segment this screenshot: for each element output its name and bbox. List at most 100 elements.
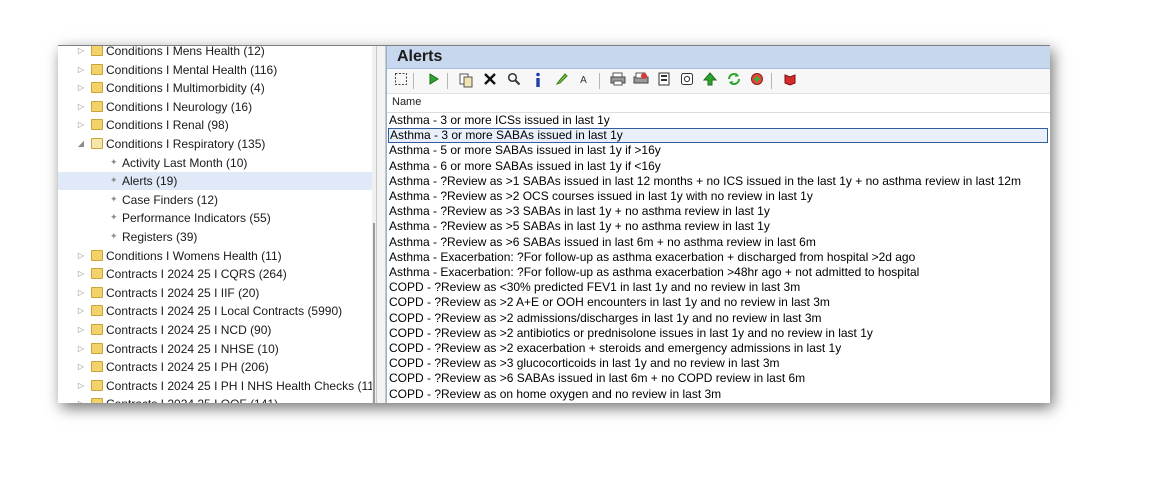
tree-item[interactable]: ▷ Contracts I 2024 25 I Local Contracts (… bbox=[58, 302, 372, 320]
list-item[interactable]: COPD - ?Review as <30% predicted FEV1 in… bbox=[388, 280, 1048, 295]
toolbar-separator bbox=[599, 73, 600, 89]
run-icon[interactable] bbox=[425, 72, 442, 89]
expand-icon[interactable]: ▷ bbox=[76, 64, 86, 76]
delete-icon[interactable] bbox=[481, 72, 498, 89]
pane-splitter[interactable] bbox=[376, 46, 386, 403]
tree-item[interactable]: ▷ Contracts I 2024 25 I PH I NHS Health C… bbox=[58, 377, 372, 395]
tree-item[interactable]: ▷ Conditions I Womens Health (11) bbox=[58, 247, 372, 265]
tree-item[interactable]: ✦ Case Finders (12) bbox=[58, 191, 372, 209]
list-item[interactable]: Asthma - ?Review as >5 SABAs in last 1y … bbox=[388, 219, 1048, 234]
tree-item[interactable]: ▷ Contracts I 2024 25 I PH (206) bbox=[58, 358, 372, 376]
tree-item-label: Conditions I Multimorbidity (4) bbox=[106, 81, 265, 96]
list-item[interactable]: COPD - ?Review as >3 glucocorticoids in … bbox=[388, 356, 1048, 371]
list-item[interactable]: Asthma - 5 or more SABAs issued in last … bbox=[388, 143, 1048, 158]
tree-item-label: Contracts I 2024 25 I CQRS (264) bbox=[106, 267, 287, 282]
list-item-label: COPD - ?Review as on home oxygen and no … bbox=[389, 386, 722, 401]
expand-icon[interactable]: ▷ bbox=[76, 343, 86, 355]
list-item[interactable]: Asthma - ?Review as >1 SABAs issued in l… bbox=[388, 174, 1048, 189]
name-column-header[interactable]: Name bbox=[387, 94, 1050, 113]
tree-item[interactable]: ▷ Contracts I 2024 25 I QOF (141) bbox=[58, 395, 372, 403]
tree-item-label: Activity Last Month (10) bbox=[122, 155, 248, 170]
tree-item-label: Case Finders (12) bbox=[122, 192, 219, 207]
folder-icon bbox=[91, 324, 103, 335]
font-icon[interactable]: A bbox=[575, 72, 592, 89]
list-item[interactable]: Asthma - 3 or more ICSs issued in last 1… bbox=[388, 113, 1048, 128]
list-item-label: COPD - ?Review as >2 exacerbation + ster… bbox=[389, 341, 842, 355]
print-icon[interactable] bbox=[609, 72, 626, 89]
tree-item[interactable]: ▷ Contracts I 2024 25 I NCD (90) bbox=[58, 321, 372, 339]
tree-item[interactable]: ✦ Activity Last Month (10) bbox=[58, 154, 372, 172]
list-item[interactable]: Asthma - Exacerbation: ?For follow-up as… bbox=[388, 250, 1048, 265]
tree-item[interactable]: ▷ Conditions I Neurology (16) bbox=[58, 98, 372, 116]
copy-icon[interactable] bbox=[457, 72, 474, 89]
list-item[interactable]: COPD - ?Review as >2 admissions/discharg… bbox=[388, 311, 1048, 326]
list-item-label: COPD - ?Review as >6 SABAs issued in las… bbox=[389, 371, 806, 386]
folder-icon bbox=[91, 379, 103, 391]
expand-icon[interactable]: ▷ bbox=[76, 287, 86, 299]
list-item[interactable]: Asthma - 3 or more SABAs issued in last … bbox=[388, 128, 1048, 144]
tree-item[interactable]: ✦ Performance Indicators (55) bbox=[58, 209, 372, 227]
search-icon[interactable] bbox=[505, 72, 522, 89]
expand-icon[interactable]: ▷ bbox=[76, 119, 86, 131]
tree-item-label: Conditions I Mens Health (12) bbox=[106, 46, 265, 58]
folder-icon bbox=[91, 119, 103, 131]
expand-icon[interactable]: ▷ bbox=[76, 250, 86, 262]
expand-icon[interactable]: ▷ bbox=[76, 361, 86, 373]
tree-item[interactable]: ▷ Contracts I 2024 25 I CQRS (264) bbox=[58, 265, 372, 283]
expand-icon[interactable]: ▷ bbox=[76, 398, 86, 403]
tree-item[interactable]: ▷ Contracts I 2024 25 I NHSE (10) bbox=[58, 340, 372, 358]
expand-icon[interactable]: ▷ bbox=[76, 82, 86, 94]
list-item[interactable]: COPD - ?Review as on home oxygen and no … bbox=[388, 387, 1048, 402]
expand-icon[interactable]: ▷ bbox=[76, 268, 86, 280]
select-all-icon[interactable] bbox=[392, 72, 409, 89]
list-item[interactable]: COPD - ?Review as >2 exacerbation + ster… bbox=[388, 341, 1048, 356]
list-item[interactable]: Asthma - Exacerbation: ?For follow-up as… bbox=[388, 265, 1048, 280]
tree-scrollbar-thumb[interactable] bbox=[373, 223, 375, 403]
folder-tree[interactable]: ▷ Conditions I Mens Health (12) ▷ Condition… bbox=[58, 46, 372, 403]
pane-title-bar: Alerts bbox=[387, 46, 1050, 69]
list-item[interactable]: Asthma - ?Review as >3 SABAs in last 1y … bbox=[388, 204, 1048, 219]
schedule-icon[interactable] bbox=[748, 72, 765, 89]
edit-icon[interactable] bbox=[553, 72, 570, 89]
tree-item[interactable]: ◢ Conditions I Respiratory (135) bbox=[58, 135, 372, 153]
tree-item[interactable]: ▷ Conditions I Multimorbidity (4) bbox=[58, 79, 372, 97]
tree-item-label: Contracts I 2024 25 I PH I NHS Health Ch… bbox=[106, 378, 372, 393]
export-icon[interactable] bbox=[655, 72, 672, 89]
list-item-label: Asthma - 5 or more SABAs issued in last … bbox=[389, 143, 661, 158]
expand-icon[interactable]: ▷ bbox=[76, 324, 86, 336]
tree-item[interactable]: ✦ Alerts (19) bbox=[58, 172, 372, 191]
toolbar-separator bbox=[413, 73, 414, 89]
list-item-label: Asthma - ?Review as >3 SABAs in last 1y … bbox=[389, 204, 770, 219]
tree-item[interactable]: ▷ Conditions I Mens Health (12) bbox=[58, 46, 372, 60]
exit-icon[interactable] bbox=[781, 72, 798, 89]
list-item[interactable]: COPD - ?Review as >2 antibiotics or pred… bbox=[388, 326, 1048, 341]
info-icon[interactable] bbox=[529, 72, 546, 89]
tree-item[interactable]: ▷ Contracts I 2024 25 I IIF (20) bbox=[58, 284, 372, 302]
list-item[interactable]: Asthma - ?Review as >6 SABAs issued in l… bbox=[388, 235, 1048, 250]
print-preview-icon[interactable] bbox=[632, 72, 649, 89]
expand-icon[interactable]: ▷ bbox=[76, 101, 86, 113]
expand-icon[interactable]: ▷ bbox=[76, 46, 86, 57]
list-item[interactable]: Asthma - 6 or more SABAs issued in last … bbox=[388, 159, 1048, 174]
list-item-label: Asthma - ?Review as >5 SABAs in last 1y … bbox=[389, 219, 770, 234]
toolbar: A bbox=[387, 69, 1050, 94]
list-item-label: COPD - ?Review as <30% predicted FEV1 in… bbox=[389, 280, 801, 295]
list-item-label: COPD - ?Review as >2 A+E or OOH encounte… bbox=[389, 295, 830, 310]
list-item[interactable]: COPD - ?Review as >2 A+E or OOH encounte… bbox=[388, 295, 1048, 310]
tree-item-label: Contracts I 2024 25 I QOF (141) bbox=[106, 397, 278, 403]
list-item[interactable]: COPD - ?Review as >6 SABAs issued in las… bbox=[388, 371, 1048, 386]
tree-item[interactable]: ✦ Registers (39) bbox=[58, 228, 372, 246]
tree-item[interactable]: ▷ Conditions I Mental Health (116) bbox=[58, 61, 372, 79]
report-icon[interactable] bbox=[678, 72, 695, 89]
tree-item-label: Conditions I Respiratory (135) bbox=[106, 137, 266, 151]
tree-item[interactable]: ▷ Conditions I Renal (98) bbox=[58, 116, 372, 134]
list-item[interactable]: Asthma - ?Review as >2 OCS courses issue… bbox=[388, 189, 1048, 204]
tree-item-label: Conditions I Mental Health (116) bbox=[106, 62, 278, 77]
expand-icon[interactable]: ▷ bbox=[76, 380, 86, 392]
refresh-icon[interactable] bbox=[725, 72, 742, 89]
collapse-icon[interactable]: ◢ bbox=[76, 138, 86, 150]
list-item-label: Asthma - Exacerbation: ?For follow-up as… bbox=[389, 249, 916, 264]
column-header-label: Name bbox=[392, 96, 422, 108]
expand-icon[interactable]: ▷ bbox=[76, 305, 86, 317]
move-up-icon[interactable] bbox=[701, 72, 718, 89]
